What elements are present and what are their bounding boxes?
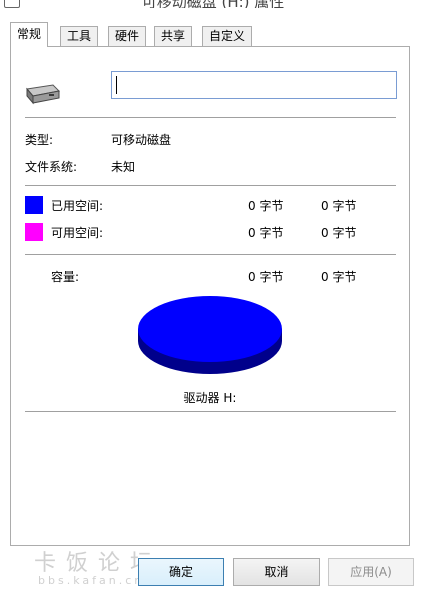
capacity-label: 容量: <box>51 270 80 284</box>
free-space-label: 可用空间: <box>51 226 104 240</box>
text-caret <box>116 76 117 94</box>
tab-tools[interactable]: 工具 <box>60 26 99 46</box>
removable-drive-icon <box>26 84 61 105</box>
disk-usage-pie-chart <box>138 296 282 374</box>
filesystem-label: 文件系统: <box>25 160 78 174</box>
used-space-size: 0 字节 <box>321 199 357 213</box>
free-space-size: 0 字节 <box>321 226 357 240</box>
separator <box>25 185 396 186</box>
ok-button[interactable]: 确定 <box>138 558 224 586</box>
separator <box>25 254 396 255</box>
tab-customize[interactable]: 自定义 <box>202 26 253 46</box>
used-space-label: 已用空间: <box>51 199 104 213</box>
type-value: 可移动磁盘 <box>111 133 172 147</box>
general-tab-panel: 类型: 可移动磁盘 文件系统: 未知 已用空间: 0 字节 0 字节 可用空间:… <box>10 46 410 546</box>
pie-top <box>138 296 282 362</box>
watermark-url: bbs.kafan.cn <box>38 574 145 587</box>
separator <box>25 117 396 118</box>
free-space-bytes: 0 字节 <box>248 226 284 240</box>
used-space-swatch <box>25 196 43 214</box>
tab-sharing[interactable]: 共享 <box>154 26 193 46</box>
apply-button[interactable]: 应用(A) <box>328 558 414 586</box>
window-title: 可移动磁盘 (H:) 属性 <box>0 0 426 8</box>
separator <box>25 411 396 412</box>
capacity-size: 0 字节 <box>321 270 357 284</box>
tab-hardware[interactable]: 硬件 <box>108 26 147 46</box>
used-space-bytes: 0 字节 <box>248 199 284 213</box>
tab-strip: 常规 工具 硬件 共享 自定义 <box>10 22 410 47</box>
capacity-bytes: 0 字节 <box>248 270 284 284</box>
title-bar: 可移动磁盘 (H:) 属性 <box>0 0 426 8</box>
drive-name-input[interactable] <box>111 71 397 99</box>
drive-letter-label: 驱动器 H: <box>183 391 237 405</box>
filesystem-value: 未知 <box>111 160 136 174</box>
type-label: 类型: <box>25 133 54 147</box>
free-space-swatch <box>25 223 43 241</box>
tab-general[interactable]: 常规 <box>10 22 49 47</box>
cancel-button[interactable]: 取消 <box>233 558 320 586</box>
